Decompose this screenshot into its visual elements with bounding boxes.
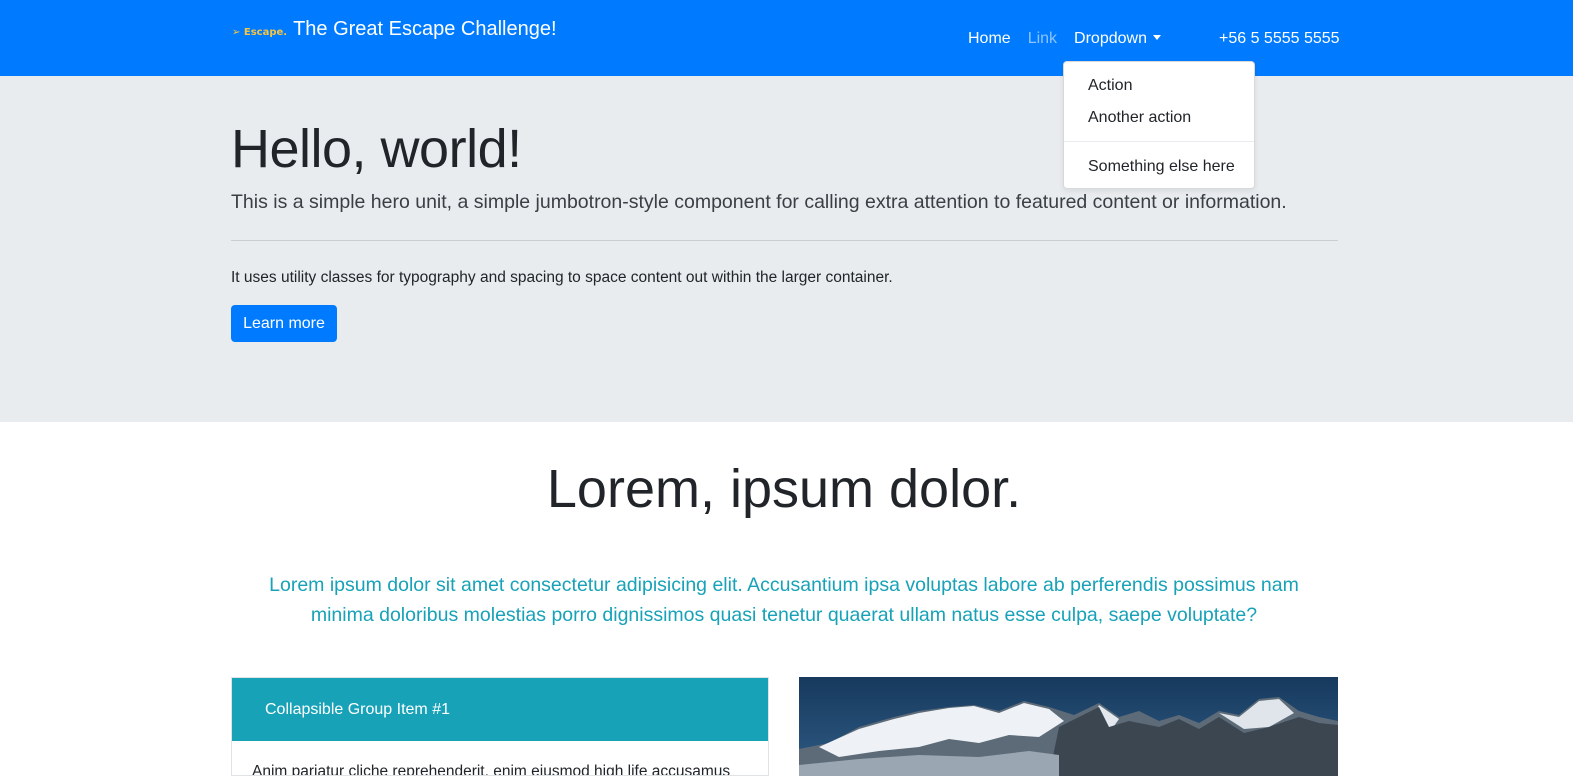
nav-links: Home Link Dropdown [968,30,1178,48]
accordion-body: Anim pariatur cliche reprehenderit, enim… [252,763,731,776]
nav-dropdown-label: Dropdown [1074,30,1147,47]
phone-number[interactable]: +56 5 5555 5555 [1219,30,1340,48]
brand-title[interactable]: The Great Escape Challenge! [293,18,557,41]
accordion: Collapsible Group Item #1 Anim pariatur … [231,677,769,776]
mountain-image [799,677,1338,776]
accordion-header[interactable]: Collapsible Group Item #1 [232,678,768,741]
nav-dropdown-toggle[interactable]: Dropdown [1074,30,1161,48]
nav-link-link[interactable]: Link [1028,30,1057,48]
dropdown-item-something-else[interactable]: Something else here [1088,158,1235,176]
section-lead: Lorem ipsum dolor sit amet consectetur a… [269,574,1299,626]
hero-divider [231,240,1338,241]
learn-more-button[interactable]: Learn more [231,305,337,342]
nav-link-home[interactable]: Home [968,30,1011,48]
hero-title: Hello, world! [231,119,522,179]
brand[interactable]: ➢ Escape. The Great Escape Challenge! [232,18,557,41]
hero-lead: This is a simple hero unit, a simple jum… [231,191,1287,213]
dropdown-item-another-action[interactable]: Another action [1088,109,1191,127]
dropdown-item-action[interactable]: Action [1088,77,1132,95]
brand-logo: ➢ Escape. [232,27,288,38]
section-title: Lorem, ipsum dolor. [546,459,1022,519]
dropdown-menu: Action Another action Something else her… [1063,61,1255,189]
jumbotron: Hello, world! This is a simple hero unit… [0,76,1573,422]
caret-down-icon [1152,35,1161,40]
navbar: ➢ Escape. The Great Escape Challenge! Ho… [0,0,1573,76]
mountain-photo-icon [799,677,1338,776]
dropdown-divider [1064,141,1254,142]
hero-text: It uses utility classes for typography a… [231,269,893,286]
